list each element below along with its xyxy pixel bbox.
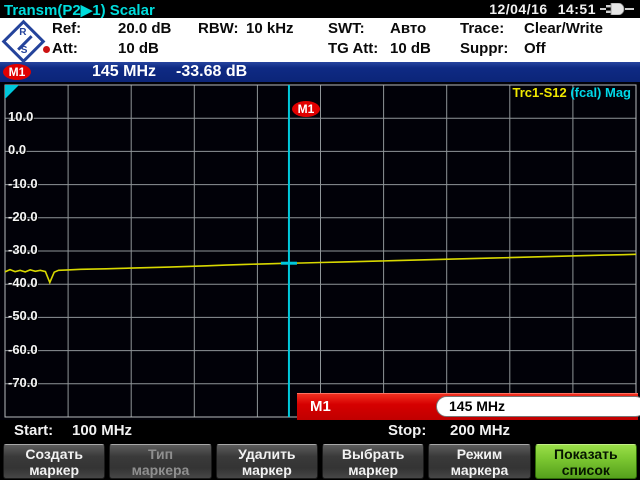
trace-legend-suffix: (fcal) Mag [570,85,631,100]
att-value[interactable]: 10 dB [118,40,159,57]
softkey-select-marker[interactable]: Выбратьмаркер [322,444,424,479]
softkey-bar: Создатьмаркер Типмаркера Удалитьмаркер В… [0,444,640,480]
y-axis-tick-label: -60.0 [8,342,38,357]
marker-flag-m1[interactable]: M1 [292,101,320,117]
start-value[interactable]: 100 MHz [72,422,132,439]
frequency-range-bar: Start: 100 MHz Stop: 200 MHz [0,420,640,443]
title-bar: Transm(P2▶1) Scalar 12/04/16 14:51 [0,0,640,18]
measurement-mode-title: Transm(P2▶1) Scalar [4,1,155,19]
time-text: 14:51 [558,1,596,17]
start-label: Start: [14,422,53,439]
stop-label: Stop: [388,422,426,439]
y-axis-tick-label: -30.0 [8,242,38,257]
tg-att-label: TG Att: [328,40,378,57]
y-axis-tick-label: -40.0 [8,275,38,290]
measurement-graph: Trc1-S12 (fcal) Mag M1 10.0 0.0 -10.0 -20.0… [0,82,640,420]
marker-input-bar: M1 145 MHz [297,393,638,420]
marker-frequency-readout: 145 MHz [92,63,156,81]
softkey-create-marker[interactable]: Создатьмаркер [3,444,105,479]
y-axis-tick-label: -10.0 [8,176,38,191]
analyzer-screen: Transm(P2▶1) Scalar 12/04/16 14:51 R S Re… [0,0,640,480]
rbw-value[interactable]: 10 kHz [246,20,294,37]
suppr-label: Suppr: [460,40,508,57]
marker-readout-bar: M1 145 MHz -33.68 dB [0,62,640,82]
suppr-value[interactable]: Off [524,40,546,57]
marker-frequency-input[interactable]: 145 MHz [436,396,640,417]
rohde-schwarz-logo: R S [2,20,46,64]
swt-value[interactable]: Авто [390,20,426,37]
trace-value[interactable]: Clear/Write [524,20,603,37]
stop-value[interactable]: 200 MHz [450,422,510,439]
ac-power-icon [600,3,634,15]
y-axis-tick-label: -70.0 [8,375,38,390]
y-axis-tick-label: 10.0 [8,109,33,124]
marker-badge: M1 [3,64,31,80]
marker-level-readout: -33.68 dB [176,63,247,81]
trace-label: Trace: [460,20,504,37]
ref-label: Ref: [52,20,81,37]
softkey-delete-marker[interactable]: Удалитьмаркер [216,444,318,479]
rbw-label: RBW: [198,20,239,37]
datetime: 12/04/16 14:51 [489,1,596,17]
marker-input-label: M1 [310,398,331,415]
att-label: Att: [52,40,78,57]
softkey-marker-type: Типмаркера [109,444,211,479]
y-axis-tick-label: 0.0 [8,142,26,157]
trace-legend: Trc1-S12 (fcal) Mag [513,85,632,100]
softkey-marker-mode[interactable]: Режиммаркера [428,444,530,479]
att-active-dot [43,46,50,53]
date-text: 12/04/16 [489,1,548,17]
logo-letter-s: S [21,45,28,56]
settings-panel: R S Ref: 20.0 dB RBW: 10 kHz SWT: Авто T… [0,18,640,62]
swt-label: SWT: [328,20,365,37]
tg-att-value[interactable]: 10 dB [390,40,431,57]
trace-plot [0,82,640,420]
logo-letter-r: R [19,27,26,38]
y-axis-tick-label: -50.0 [8,308,38,323]
ref-value[interactable]: 20.0 dB [118,20,171,37]
y-axis-tick-label: -20.0 [8,209,38,224]
softkey-show-list[interactable]: Показатьсписок [535,444,637,479]
trace-legend-name: Trc1-S12 [513,85,567,100]
